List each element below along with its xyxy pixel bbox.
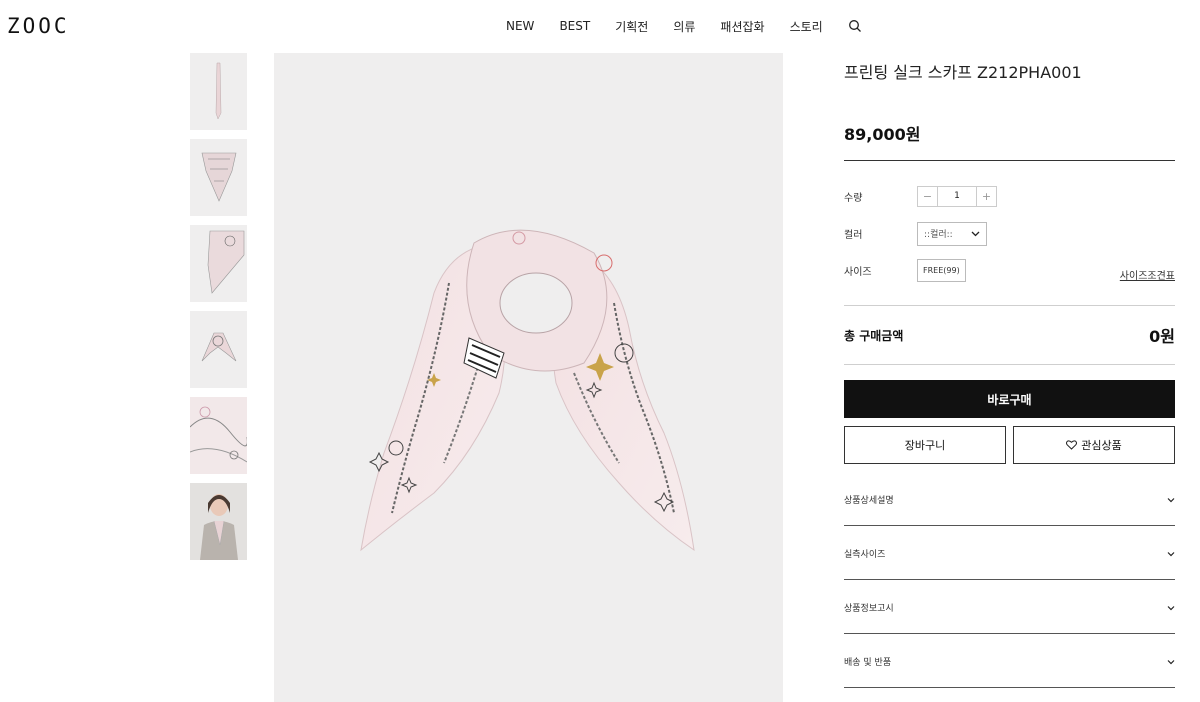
divider (844, 364, 1175, 365)
heart-icon (1066, 440, 1078, 450)
accordion-measurements[interactable]: 실측사이즈 (844, 526, 1175, 580)
color-row: 컬러 ::컬러:: (844, 215, 1175, 252)
chevron-down-icon (971, 231, 980, 236)
nav-item-accessories[interactable]: 패션잡화 (720, 18, 764, 35)
scarf-illustration (360, 229, 695, 552)
thumbnail-2[interactable] (190, 139, 247, 216)
nav-item-promotions[interactable]: 기획전 (615, 18, 648, 35)
nav-item-clothing[interactable]: 의류 (673, 18, 695, 35)
wishlist-button[interactable]: 관심상품 (1013, 426, 1175, 464)
product-info-panel: 프린팅 실크 스카프 Z212PHA001 89,000원 수량 − 1 + 컬… (844, 53, 1175, 688)
quantity-row: 수량 − 1 + (844, 178, 1175, 215)
chevron-down-icon (1167, 659, 1175, 664)
thumbnail-1[interactable] (190, 53, 247, 130)
chevron-down-icon (1167, 497, 1175, 502)
accordion-label: 상품상세설명 (844, 496, 894, 506)
chevron-down-icon (1167, 551, 1175, 556)
quantity-minus-button[interactable]: − (918, 187, 937, 206)
thumbnail-3[interactable] (190, 225, 247, 302)
quantity-plus-button[interactable]: + (977, 187, 996, 206)
color-label: 컬러 (844, 230, 863, 241)
accordion-label: 배송 및 반품 (844, 658, 892, 668)
accordion-product-notice[interactable]: 상품정보고시 (844, 580, 1175, 634)
accordion-label: 상품정보고시 (844, 604, 894, 614)
quantity-label: 수량 (844, 193, 863, 204)
product-main-image[interactable] (274, 53, 783, 702)
accordion-label: 실측사이즈 (844, 550, 886, 560)
total-row: 총 구매금액 0원 (844, 306, 1175, 364)
nav-item-best[interactable]: BEST (559, 19, 590, 33)
thumbnail-list (190, 53, 248, 569)
buy-now-button[interactable]: 바로구매 (844, 380, 1175, 418)
total-value: 0원 (1149, 327, 1175, 346)
quantity-input[interactable]: 1 (937, 187, 977, 206)
thumbnail-6-model[interactable] (190, 483, 247, 560)
brand-logo[interactable]: ZOOC (7, 14, 70, 38)
size-row: 사이즈 FREE(99) 사이즈조견표 (844, 252, 1175, 289)
wishlist-label: 관심상품 (1081, 439, 1122, 452)
total-label: 총 구매금액 (844, 328, 904, 343)
product-title: 프린팅 실크 스카프 Z212PHA001 (844, 63, 1082, 82)
main-nav: NEW BEST 기획전 의류 패션잡화 스토리 (506, 17, 862, 35)
chevron-down-icon (1167, 605, 1175, 610)
nav-item-story[interactable]: 스토리 (790, 18, 823, 35)
color-select[interactable]: ::컬러:: (917, 221, 987, 246)
nav-item-new[interactable]: NEW (506, 19, 534, 33)
color-select-value: ::컬러:: (924, 230, 953, 240)
product-price: 89,000원 (844, 125, 921, 144)
secondary-buttons: 장바구니 관심상품 (844, 426, 1175, 464)
accordion-shipping-returns[interactable]: 배송 및 반품 (844, 634, 1175, 688)
search-icon[interactable] (848, 19, 862, 33)
thumbnail-4[interactable] (190, 311, 247, 388)
size-guide-link[interactable]: 사이즈조견표 (1120, 267, 1175, 282)
accordion-product-details[interactable]: 상품상세설명 (844, 472, 1175, 526)
add-to-cart-button[interactable]: 장바구니 (844, 426, 1006, 464)
thumbnail-5[interactable] (190, 397, 247, 474)
quantity-stepper: − 1 + (917, 186, 997, 207)
size-label: 사이즈 (844, 267, 872, 278)
size-option-free[interactable]: FREE(99) (917, 259, 966, 282)
